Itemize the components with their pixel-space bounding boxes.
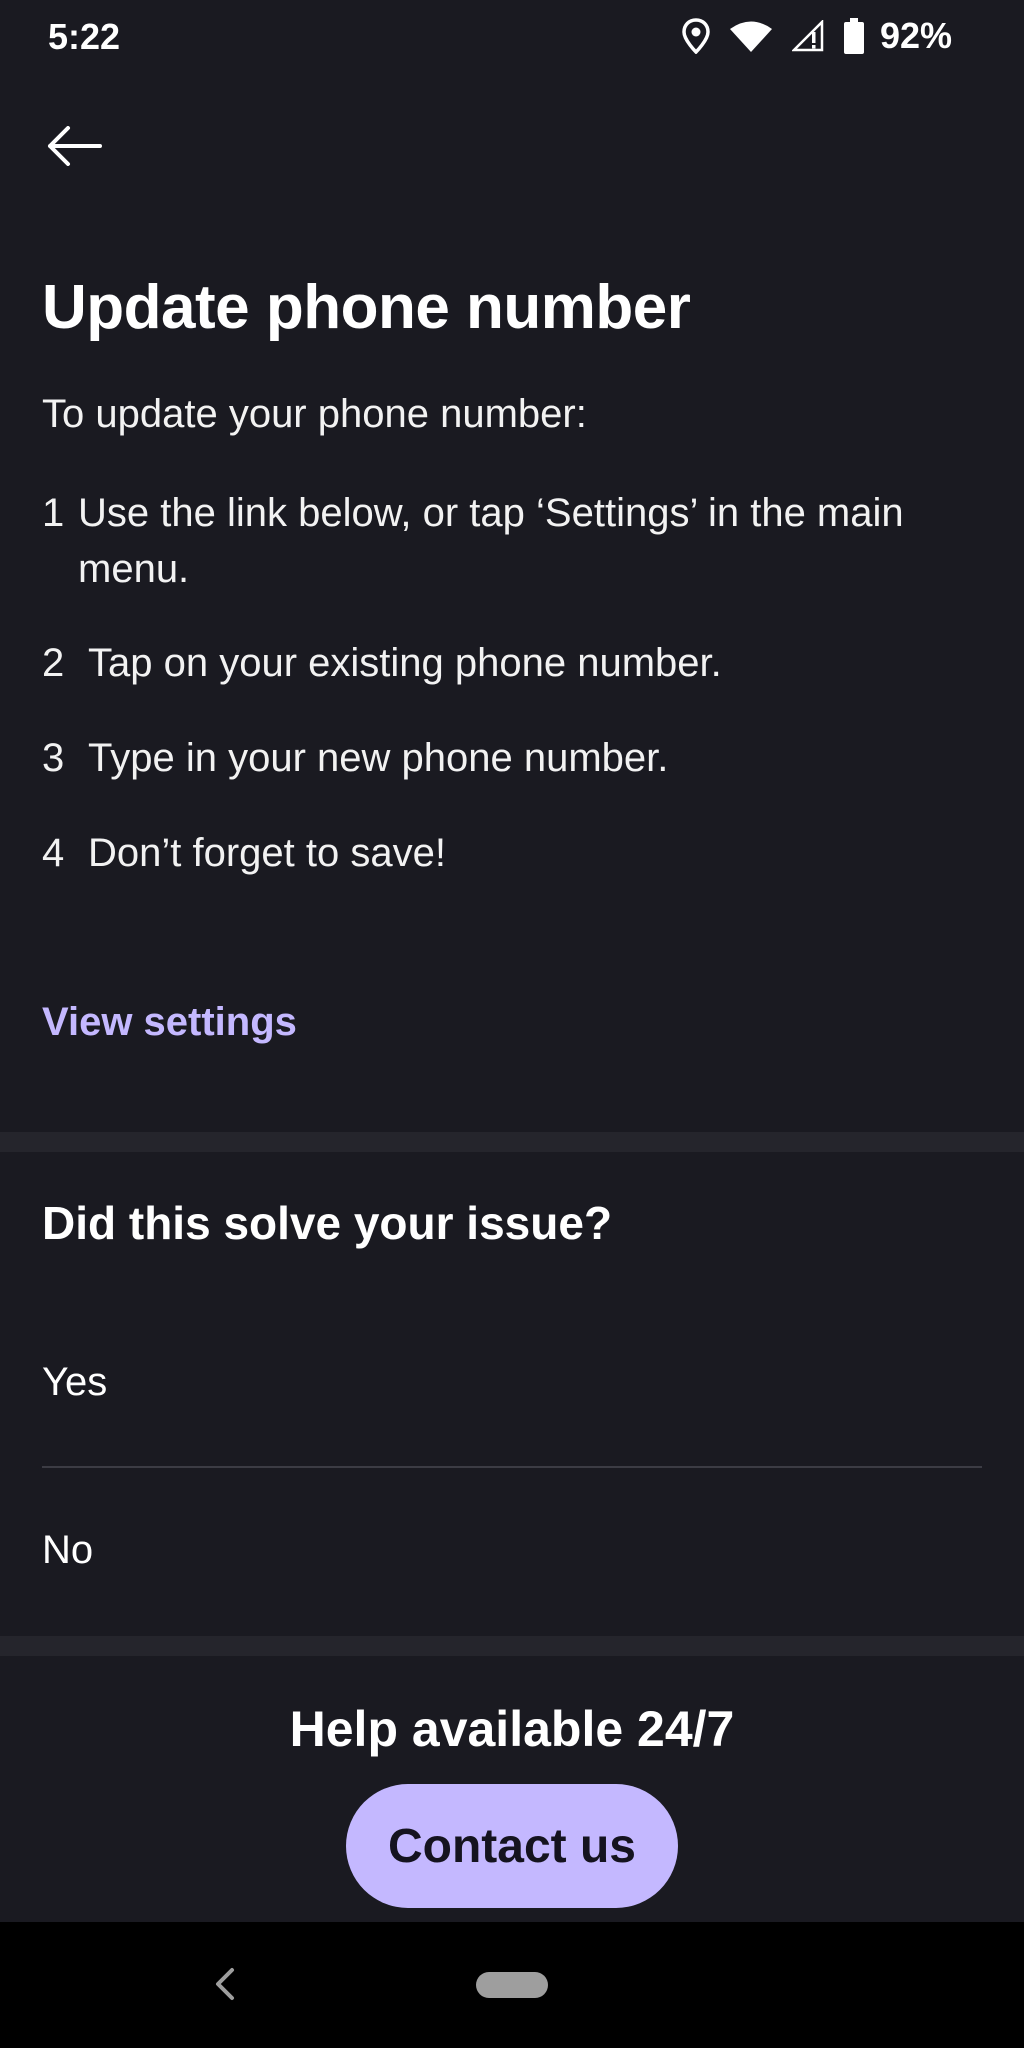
status-icons: 92% [682, 14, 952, 58]
chevron-left-icon [216, 1968, 234, 2000]
step-text: Use the link below, or tap ‘Settings’ in… [78, 491, 904, 591]
list-item: 4 Don’t forget to save! [42, 825, 982, 881]
step-number: 4 [42, 831, 65, 875]
battery-percent: 92% [879, 15, 952, 56]
location-icon [682, 18, 710, 54]
status-time: 5:22 [48, 16, 121, 57]
option-divider [42, 1466, 982, 1468]
list-item: 1 Use the link below, or tap ‘Settings’ … [42, 485, 982, 597]
step-number: 2 [42, 641, 65, 685]
page-title: Update phone number [42, 273, 691, 342]
battery-icon [843, 18, 864, 54]
wifi-icon [729, 20, 772, 52]
status-bar: 5:22 92% [0, 0, 1024, 72]
screen: 5:22 92% Update phone number To update y… [0, 0, 1024, 2048]
nav-back-button[interactable] [200, 1954, 250, 2014]
step-text: Type in your new phone number. [88, 736, 669, 780]
yes-option[interactable]: Yes [42, 1322, 982, 1442]
list-item: 2 Tap on your existing phone number. [42, 635, 982, 691]
step-text: Tap on your existing phone number. [88, 641, 722, 685]
signal-icon [791, 20, 824, 52]
view-settings-link[interactable]: View settings [42, 1000, 297, 1045]
arrow-left-icon [48, 126, 102, 166]
section-divider [0, 1132, 1024, 1152]
contact-us-button[interactable]: Contact us [346, 1784, 678, 1908]
step-number: 3 [42, 736, 65, 780]
home-pill-button[interactable] [476, 1972, 548, 1998]
step-text: Don’t forget to save! [88, 831, 446, 875]
help-title: Help available 24/7 [289, 1701, 735, 1757]
intro-text: To update your phone number: [42, 392, 587, 436]
feedback-title: Did this solve your issue? [42, 1197, 613, 1249]
navigation-bar [0, 1922, 1024, 2048]
no-option[interactable]: No [42, 1490, 982, 1610]
step-number: 1 [42, 491, 65, 535]
list-item: 3 Type in your new phone number. [42, 730, 982, 786]
back-button[interactable] [34, 112, 114, 180]
section-divider [0, 1636, 1024, 1656]
